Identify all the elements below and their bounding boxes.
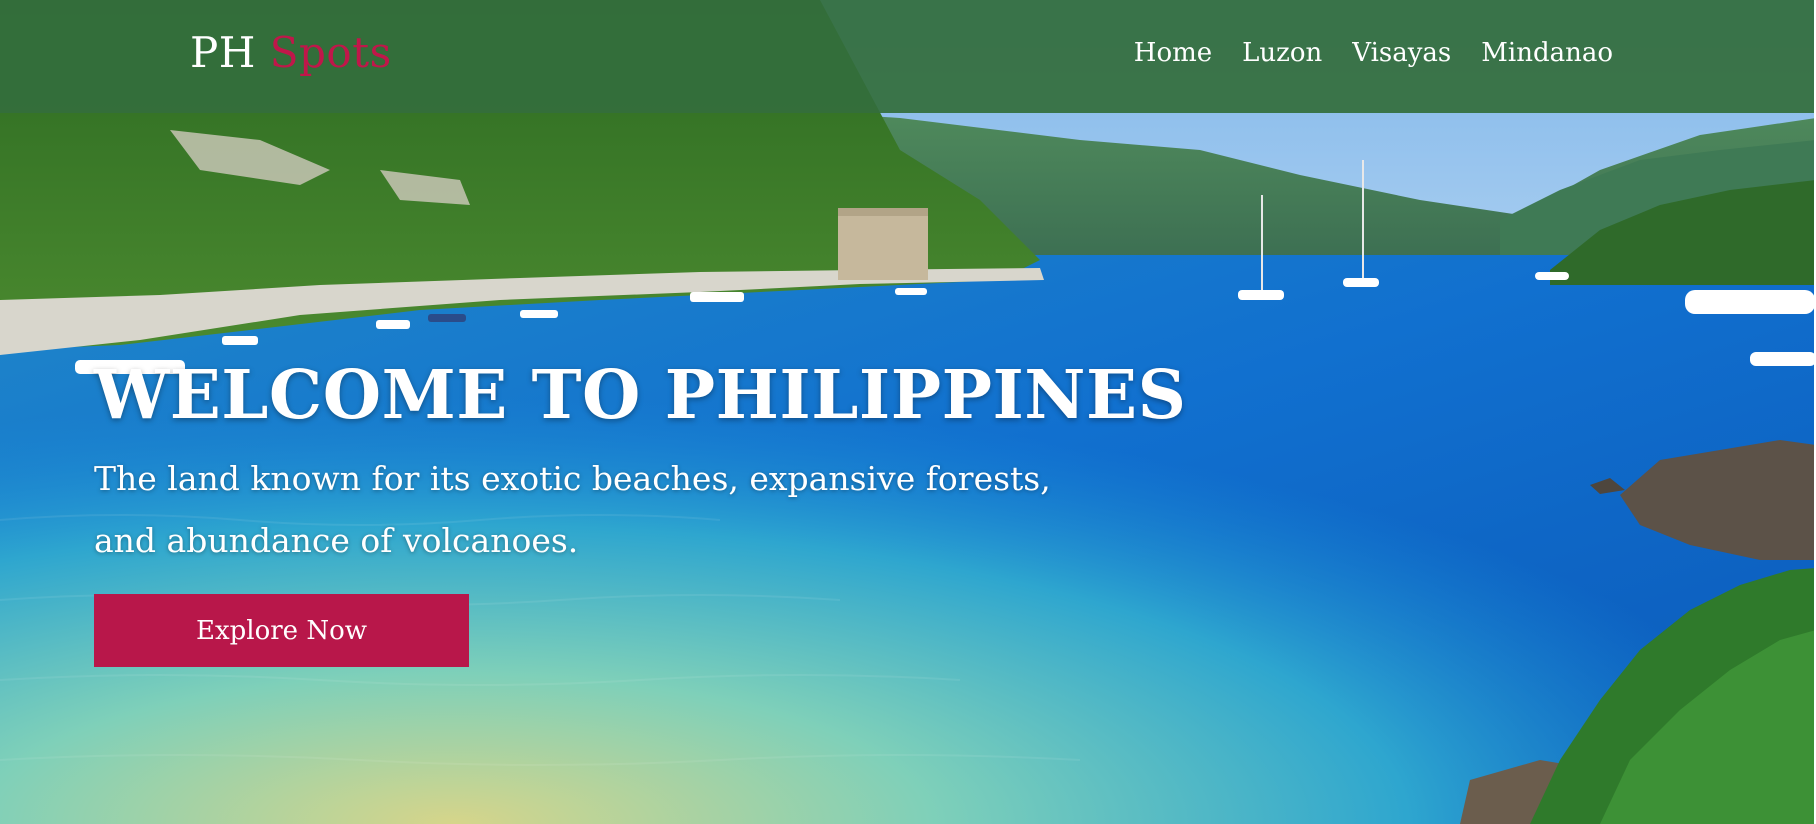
nav-link-home[interactable]: Home xyxy=(1134,36,1212,70)
brand-name-primary: PH xyxy=(190,28,256,77)
hero-section: WELCOME TO PHILIPPINES The land known fo… xyxy=(94,352,1187,572)
nav-link-luzon[interactable]: Luzon xyxy=(1242,36,1322,70)
hero-subtitle: The land known for its exotic beaches, e… xyxy=(94,459,1051,560)
top-navbar: PH Spots Home Luzon Visayas Mindanao xyxy=(0,0,1814,113)
nav-link-visayas[interactable]: Visayas xyxy=(1352,36,1451,70)
nav-link-mindanao[interactable]: Mindanao xyxy=(1481,36,1613,70)
landing-page: PH Spots Home Luzon Visayas Mindanao WEL… xyxy=(0,0,1816,824)
nav-links: Home Luzon Visayas Mindanao xyxy=(1134,36,1613,70)
brand-name-accent: Spots xyxy=(269,28,392,77)
brand-logo[interactable]: PH Spots xyxy=(190,27,392,79)
hero-title: WELCOME TO PHILIPPINES xyxy=(94,355,1187,434)
explore-now-button[interactable]: Explore Now xyxy=(94,594,469,667)
